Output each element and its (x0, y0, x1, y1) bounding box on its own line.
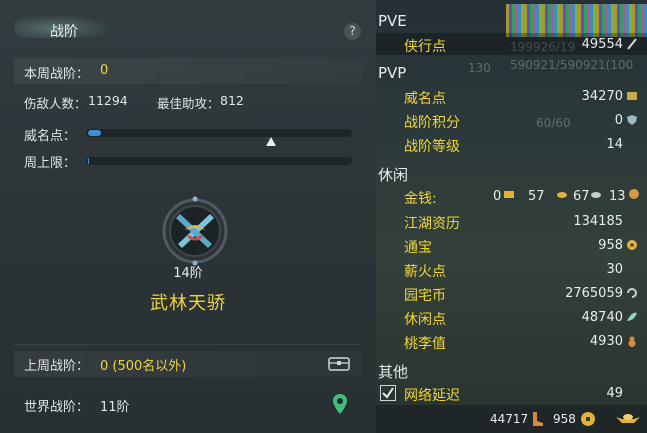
pvp-item-value-1: 34270 (581, 89, 623, 104)
leisure-item-label-2: 通宝 (404, 240, 432, 256)
coin-icon-bottom[interactable] (580, 411, 596, 427)
check-icon (382, 387, 394, 399)
leisure-item-label-1: 江湖资历 (404, 216, 460, 232)
bottom-bar: 44717 958 (376, 405, 647, 433)
boot-icon[interactable] (530, 411, 544, 427)
gold-bar-icon (504, 191, 514, 198)
kills-label: 伤敌人数： (24, 96, 87, 111)
money-value-3: 67 (573, 189, 590, 204)
pvp-item-label-1: 威名点 (404, 91, 446, 107)
prestige-icon (627, 92, 637, 100)
leisure-item-value-1: 134185 (573, 214, 623, 229)
latency-value: 49 (606, 386, 623, 401)
prestige-bar-fill (88, 130, 102, 136)
leisure-item-label-5: 休闲点 (404, 312, 446, 328)
coin-icon (627, 240, 637, 250)
pve-item-label: 侠行点 (404, 39, 446, 55)
ghost-text-4: 60/60 (536, 116, 571, 130)
help-icon[interactable]: ? (344, 23, 361, 40)
world-rank-value: 11阶 (100, 400, 130, 415)
leisure-item-value-6: 4930 (589, 334, 623, 349)
ghost-text-2: 130 (468, 61, 491, 75)
leisure-item-value-4: 2765059 (565, 286, 623, 301)
assist-label: 最佳助攻： (157, 96, 220, 111)
ingot-shop-icon[interactable] (614, 409, 642, 429)
bottom-value-2: 958 (553, 412, 576, 426)
last-week-label: 上周战阶： (24, 359, 90, 374)
kills-value: 11294 (88, 93, 128, 108)
location-pin-icon[interactable] (332, 393, 348, 415)
rank-emblem-icon (162, 196, 228, 266)
pvp-item-label-2: 战阶积分 (404, 115, 460, 131)
leaf-icon (627, 312, 637, 321)
week-cap-bar (86, 157, 352, 165)
pvp-header: PVP (378, 64, 407, 82)
money-value-1: 0 (493, 189, 502, 204)
copper-coin-icon (629, 189, 639, 199)
bottom-value-1: 44717 (490, 412, 529, 426)
pvp-item-value-2: 0 (614, 113, 623, 128)
leisure-item-value-5: 48740 (581, 310, 623, 325)
leisure-header: 休闲 (378, 166, 409, 184)
money-label: 金钱: (404, 191, 437, 207)
latency-label: 网络延迟 (404, 388, 460, 404)
pve-item-value: 49554 (581, 37, 623, 52)
silver-ingot-icon (591, 192, 601, 198)
divider (14, 344, 362, 345)
reward-chest-icon[interactable] (328, 355, 350, 371)
leisure-item-value-2: 958 (598, 238, 623, 253)
gourd-icon (628, 336, 636, 347)
swirl-coin-icon (627, 288, 637, 298)
panel-title: 战阶 (50, 24, 78, 40)
week-rank-value: 0 (100, 63, 109, 78)
last-week-value: 0 (500名以外) (100, 359, 187, 374)
leisure-item-label-4: 园宅币 (404, 288, 446, 304)
week-rank-label: 本周战阶： (24, 67, 90, 82)
prestige-bar (86, 129, 352, 137)
pvp-item-value-3: 14 (606, 137, 623, 152)
rank-level: 14阶 (173, 266, 203, 281)
week-cap-label: 周上限： (24, 156, 77, 171)
prestige-label: 威名点： (24, 129, 77, 144)
feather-icon (627, 38, 637, 50)
gold-ingot-icon (557, 192, 567, 198)
week-cap-bar-fill (88, 158, 89, 164)
leisure-item-label-3: 薪火点 (404, 264, 446, 280)
war-rank-panel: 战阶 ? 本周战阶： 0 伤敌人数： 11294 最佳助攻： 812 威名点： … (0, 0, 376, 433)
pvp-item-label-3: 战阶等级 (404, 139, 460, 155)
leisure-item-label-6: 桃李值 (404, 336, 446, 352)
currency-panel: 199926/19 130 590921/590921(100 60/60 PV… (376, 0, 647, 433)
shield-icon (627, 115, 637, 125)
other-header: 其他 (378, 363, 409, 381)
leisure-item-value-3: 30 (606, 262, 623, 277)
money-value-4: 13 (609, 189, 626, 204)
latency-checkbox[interactable] (380, 385, 396, 401)
rank-title: 武林天骄 (150, 293, 226, 314)
prestige-marker (266, 137, 276, 146)
money-value-2: 57 (528, 189, 545, 204)
ghost-text-3: 590921/590921(100 (510, 58, 634, 72)
world-rank-label: 世界战阶： (24, 400, 90, 415)
pve-header: PVE (378, 12, 407, 30)
assist-value: 812 (220, 93, 244, 108)
